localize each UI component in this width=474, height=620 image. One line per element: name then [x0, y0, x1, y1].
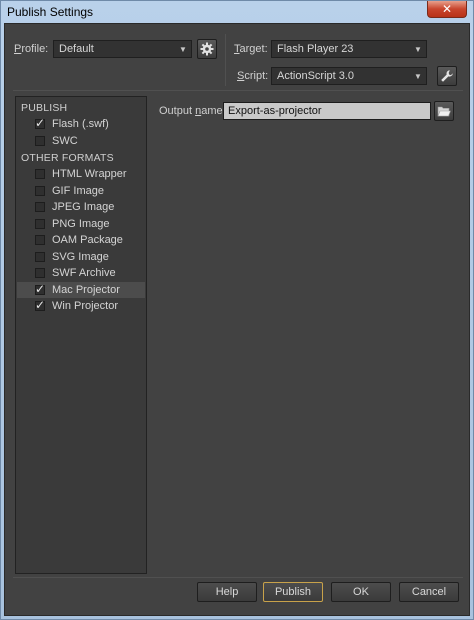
jpeg-image-checkbox[interactable]: [35, 202, 45, 212]
chevron-down-icon: ▼: [414, 71, 422, 81]
chevron-down-icon: ▼: [414, 44, 422, 54]
publish-button[interactable]: Publish: [263, 582, 323, 602]
title-bar: Publish Settings: [1, 1, 473, 23]
ok-button[interactable]: OK: [331, 582, 391, 602]
swf-archive-checkbox[interactable]: [35, 268, 45, 278]
script-label: Script:: [237, 70, 269, 82]
swc-checkbox[interactable]: [35, 136, 45, 146]
svg-image-checkbox[interactable]: [35, 252, 45, 262]
profile-label: Profile:: [14, 43, 49, 55]
bottom-separator: [13, 577, 463, 578]
profile-value: Default: [59, 43, 94, 55]
cancel-button[interactable]: Cancel: [399, 582, 459, 602]
html-wrapper-checkbox[interactable]: [35, 169, 45, 179]
oam-package-checkbox[interactable]: [35, 235, 45, 245]
output-name-label: Output name:: [159, 105, 226, 117]
format-item-swf-archive[interactable]: SWF Archive: [17, 265, 145, 281]
mac-projector-checkbox[interactable]: [35, 282, 45, 296]
chevron-down-icon: ▼: [179, 44, 187, 54]
format-item-jpeg-image[interactable]: JPEG Image: [17, 199, 145, 215]
header-separator: [225, 34, 226, 86]
format-item-oam-package[interactable]: OAM Package: [17, 232, 145, 248]
profile-options-button[interactable]: [197, 39, 217, 59]
flash-swf-checkbox[interactable]: [35, 116, 45, 130]
format-item-swc[interactable]: SWC: [17, 133, 145, 149]
target-value: Flash Player 23: [277, 43, 354, 55]
window-title: Publish Settings: [7, 5, 94, 19]
script-value: ActionScript 3.0: [277, 70, 355, 82]
format-item-mac-projector[interactable]: Mac Projector: [17, 282, 145, 298]
target-label: Target:: [234, 43, 268, 55]
win-projector-checkbox[interactable]: [35, 298, 45, 312]
folder-icon: [437, 106, 451, 117]
actionscript-settings-button[interactable]: [437, 66, 457, 86]
format-item-svg-image[interactable]: SVG Image: [17, 249, 145, 265]
browse-folder-button[interactable]: [434, 101, 454, 121]
script-dropdown[interactable]: ActionScript 3.0 ▼: [271, 67, 427, 85]
format-item-win-projector[interactable]: Win Projector: [17, 298, 145, 314]
png-image-checkbox[interactable]: [35, 219, 45, 229]
format-item-gif-image[interactable]: GIF Image: [17, 183, 145, 199]
publish-settings-window: Publish Settings ✕ Profile: Default ▼ Ta…: [0, 0, 474, 620]
help-button[interactable]: Help: [197, 582, 257, 602]
format-item-html-wrapper[interactable]: HTML Wrapper: [17, 166, 145, 182]
output-name-input[interactable]: Export-as-projector: [223, 102, 431, 120]
target-dropdown[interactable]: Flash Player 23 ▼: [271, 40, 427, 58]
top-separator: [13, 90, 463, 91]
gif-image-checkbox[interactable]: [35, 186, 45, 196]
format-item-png-image[interactable]: PNG Image: [17, 216, 145, 232]
close-icon: ✕: [441, 2, 453, 16]
profile-dropdown[interactable]: Default ▼: [53, 40, 192, 58]
format-item-flash-swf[interactable]: Flash (.swf): [17, 116, 145, 132]
wrench-icon: [441, 70, 453, 82]
other-formats-section-header: OTHER FORMATS: [21, 152, 114, 164]
dialog-body: Profile: Default ▼ Target: Flash Player …: [4, 23, 470, 616]
close-button[interactable]: ✕: [427, 1, 467, 18]
publish-section-header: PUBLISH: [21, 102, 68, 114]
gear-icon: [200, 42, 214, 56]
format-list-panel: PUBLISH Flash (.swf) SWC OTHER FORMATS H…: [15, 96, 147, 574]
